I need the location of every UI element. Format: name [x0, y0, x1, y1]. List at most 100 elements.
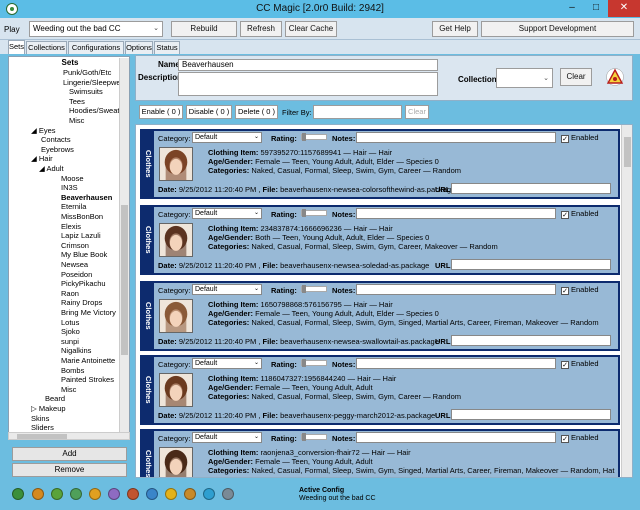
- enabled-checkbox[interactable]: ✓ Enabled: [561, 209, 599, 219]
- description-input[interactable]: [178, 72, 438, 96]
- clothing-item-card[interactable]: Clothes Category: Default ⌄ Rating: Notes: ✓ En…: [140, 281, 620, 351]
- get-help-button[interactable]: Get Help: [432, 21, 478, 37]
- collection-dropdown[interactable]: ⌄: [496, 68, 553, 88]
- add-button[interactable]: Add: [12, 447, 127, 461]
- tree-item[interactable]: ◢ Hair: [31, 154, 53, 163]
- tab-options[interactable]: Options: [125, 41, 153, 54]
- support-development-button[interactable]: Support Development: [481, 21, 634, 37]
- delete-button[interactable]: Delete ( 0 ): [235, 105, 278, 119]
- refresh-button[interactable]: Refresh: [240, 21, 282, 37]
- tree-item[interactable]: Punk/Goth/Etc: [63, 68, 111, 77]
- rating-slider[interactable]: [301, 209, 327, 217]
- sims-icon[interactable]: [32, 488, 44, 500]
- cyan-icon[interactable]: [203, 488, 215, 500]
- tree-item[interactable]: Moose: [61, 174, 84, 183]
- play-label[interactable]: Play: [4, 25, 20, 34]
- tree-item[interactable]: Misc: [69, 116, 84, 125]
- sets-tree[interactable]: Sets Punk/Goth/Etc Lingerie/Sleepwear Swim…: [8, 56, 130, 436]
- close-button[interactable]: ✕: [608, 0, 640, 17]
- tree-item[interactable]: Lapiz Lazuli: [61, 231, 101, 240]
- tree-item[interactable]: ▷ Makeup: [31, 404, 66, 413]
- rebuild-button[interactable]: Rebuild: [171, 21, 237, 37]
- url-input[interactable]: [451, 183, 611, 194]
- purple-icon[interactable]: [108, 488, 120, 500]
- tree-item[interactable]: Painted Strokes: [61, 375, 114, 384]
- notes-input[interactable]: [356, 208, 556, 219]
- tree-item[interactable]: Rainy Drops: [61, 298, 102, 307]
- url-input[interactable]: [451, 409, 611, 420]
- tree-item[interactable]: Newsea: [61, 260, 88, 269]
- leaf-icon[interactable]: [51, 488, 63, 500]
- filter-input[interactable]: [313, 105, 402, 119]
- tree-item[interactable]: ◢ Adult: [39, 164, 64, 173]
- tree-item[interactable]: Sliders: [31, 423, 54, 432]
- remove-button[interactable]: Remove: [12, 463, 127, 477]
- notes-input[interactable]: [356, 284, 556, 295]
- red-icon[interactable]: [127, 488, 139, 500]
- tree-item[interactable]: Marie Antoinette: [61, 356, 115, 365]
- scroll-thumb[interactable]: [17, 434, 67, 439]
- sidebar-horizontal-scrollbar[interactable]: [8, 432, 130, 440]
- collection-clear-button[interactable]: Clear: [560, 68, 592, 86]
- tree-item[interactable]: Sjoko: [61, 327, 80, 336]
- tree-item[interactable]: Raon: [61, 289, 79, 298]
- tab-configurations[interactable]: Configurations: [68, 41, 124, 54]
- rating-slider[interactable]: [301, 433, 327, 441]
- rating-slider[interactable]: [301, 133, 327, 141]
- rating-slider[interactable]: [301, 285, 327, 293]
- tree-item[interactable]: Poseidon: [61, 270, 92, 279]
- tree-item[interactable]: Tees: [69, 97, 85, 106]
- tab-collections[interactable]: Collections: [26, 41, 67, 54]
- clear-cache-button[interactable]: Clear Cache: [285, 21, 337, 37]
- notes-input[interactable]: [356, 132, 556, 143]
- maximize-button[interactable]: □: [584, 0, 608, 17]
- category-dropdown[interactable]: Default ⌄: [192, 284, 262, 295]
- tree-item[interactable]: Nigalkins: [61, 346, 91, 355]
- tree-item[interactable]: sunpi: [61, 337, 79, 346]
- gold-icon[interactable]: [89, 488, 101, 500]
- tab-status[interactable]: Status: [154, 41, 180, 54]
- clothing-item-card[interactable]: Clothes Category: Default ⌄ Rating: Notes: ✓ En…: [140, 429, 620, 477]
- category-dropdown[interactable]: Default ⌄: [192, 432, 262, 443]
- url-input[interactable]: [451, 259, 611, 270]
- settings-icon[interactable]: [12, 488, 24, 500]
- tree-item[interactable]: Eyebrows: [41, 145, 74, 154]
- tree-item[interactable]: MissBonBon: [61, 212, 103, 221]
- sidebar-scrollbar[interactable]: [119, 58, 129, 437]
- tree-item[interactable]: My Blue Book: [61, 250, 107, 259]
- tree-item[interactable]: Bring Me Victory: [61, 308, 116, 317]
- enabled-checkbox[interactable]: ✓ Enabled: [561, 285, 599, 295]
- tree-item[interactable]: Beaverhausen: [61, 193, 112, 202]
- enable-button[interactable]: Enable ( 0 ): [139, 105, 183, 119]
- url-input[interactable]: [451, 335, 611, 346]
- tree-item[interactable]: IN3S: [61, 183, 78, 192]
- enabled-checkbox[interactable]: ✓ Enabled: [561, 433, 599, 443]
- category-dropdown[interactable]: Default ⌄: [192, 358, 262, 369]
- category-dropdown[interactable]: Default ⌄: [192, 208, 262, 219]
- tree-item[interactable]: Crimson: [61, 241, 89, 250]
- enabled-checkbox[interactable]: ✓ Enabled: [561, 359, 599, 369]
- tab-sets[interactable]: Sets: [8, 40, 25, 54]
- minimize-button[interactable]: –: [560, 0, 584, 17]
- tree-item[interactable]: Bombs: [61, 366, 84, 375]
- star-icon[interactable]: [165, 488, 177, 500]
- category-dropdown[interactable]: Default ⌄: [192, 132, 262, 143]
- gray-icon[interactable]: [222, 488, 234, 500]
- tree-item[interactable]: Swimsuits: [69, 87, 103, 96]
- scroll-thumb[interactable]: [624, 137, 631, 167]
- tree-item[interactable]: Lotus: [61, 318, 79, 327]
- tree-item[interactable]: Lingerie/Sleepwear: [63, 78, 127, 87]
- clothing-item-card[interactable]: Clothes Category: Default ⌄ Rating: Notes: ✓ En…: [140, 129, 620, 199]
- tree-item[interactable]: Beard: [45, 394, 65, 403]
- disable-button[interactable]: Disable ( 0 ): [186, 105, 232, 119]
- blue-icon[interactable]: [146, 488, 158, 500]
- tree-item[interactable]: Contacts: [41, 135, 71, 144]
- list-scrollbar[interactable]: [621, 125, 632, 477]
- clothing-item-card[interactable]: Clothes Category: Default ⌄ Rating: Notes: ✓ En…: [140, 205, 620, 275]
- config-dropdown[interactable]: Weeding out the bad CC ⌄: [29, 21, 163, 37]
- notes-input[interactable]: [356, 432, 556, 443]
- globe-icon[interactable]: [70, 488, 82, 500]
- filter-clear-button[interactable]: Clear: [405, 105, 429, 119]
- name-input[interactable]: Beaverhausen: [178, 59, 438, 71]
- notes-input[interactable]: [356, 358, 556, 369]
